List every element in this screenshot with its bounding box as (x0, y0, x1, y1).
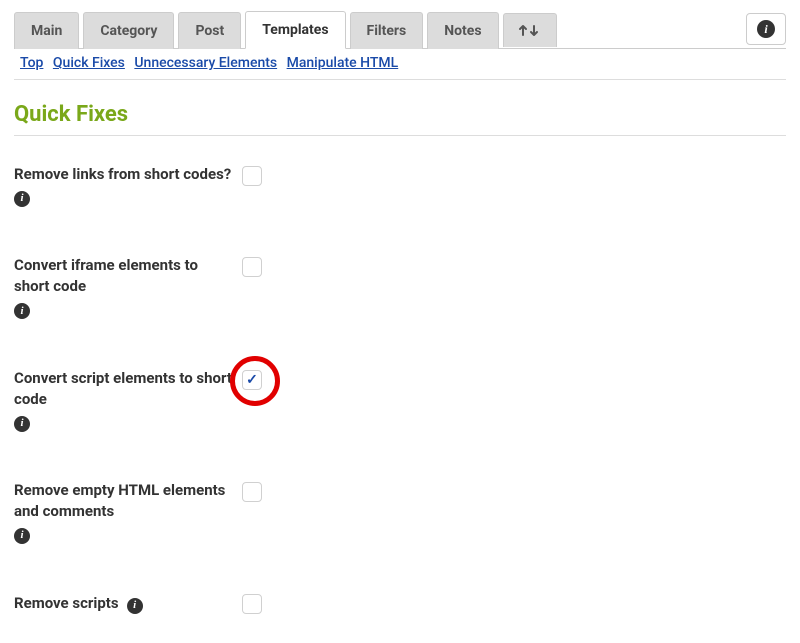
checkbox-remove-scripts[interactable] (242, 594, 262, 614)
tab-templates[interactable]: Templates (245, 11, 345, 49)
anchor-unnecessary-elements[interactable]: Unnecessary Elements (134, 55, 277, 71)
import-export-icon (518, 23, 542, 39)
tab-post[interactable]: Post (178, 12, 241, 49)
anchor-manipulate-html[interactable]: Manipulate HTML (287, 55, 399, 71)
info-icon[interactable]: i (14, 528, 30, 544)
info-icon[interactable]: i (14, 416, 30, 432)
info-icon[interactable]: i (127, 598, 143, 614)
option-convert-iframe: Convert iframe elements to short code i (14, 255, 786, 319)
option-label: Convert script elements to short code (14, 369, 232, 408)
tab-main[interactable]: Main (14, 12, 79, 49)
option-remove-empty: Remove empty HTML elements and comments … (14, 480, 786, 544)
tab-bar: Main Category Post Templates Filters Not… (14, 10, 786, 49)
section-title-quick-fixes: Quick Fixes (14, 102, 786, 136)
checkbox-convert-iframe[interactable] (242, 257, 262, 277)
option-remove-links: Remove links from short codes? i (14, 164, 786, 207)
option-label: Remove empty HTML elements and comments (14, 481, 225, 520)
anchor-nav: Top Quick Fixes Unnecessary Elements Man… (14, 55, 786, 80)
option-convert-script: Convert script elements to short code i (14, 368, 786, 432)
tab-category[interactable]: Category (83, 12, 174, 49)
info-icon[interactable]: i (14, 191, 30, 207)
tab-import-export[interactable] (503, 13, 557, 46)
option-label: Remove scripts (14, 593, 119, 614)
tab-notes[interactable]: Notes (427, 12, 498, 49)
option-label: Remove links from short codes? (14, 165, 231, 183)
checkbox-remove-empty[interactable] (242, 482, 262, 502)
checkbox-convert-script[interactable] (242, 370, 262, 390)
option-remove-scripts: Remove scripts i (14, 592, 786, 614)
header-info-button[interactable]: i (746, 13, 786, 45)
info-icon: i (757, 20, 775, 38)
option-label: Convert iframe elements to short code (14, 256, 198, 295)
anchor-quick-fixes[interactable]: Quick Fixes (53, 55, 125, 71)
anchor-top[interactable]: Top (20, 55, 43, 71)
checkbox-remove-links[interactable] (242, 166, 262, 186)
annotation-highlight-ring (234, 368, 262, 390)
tab-filters[interactable]: Filters (350, 12, 424, 49)
info-icon[interactable]: i (14, 303, 30, 319)
